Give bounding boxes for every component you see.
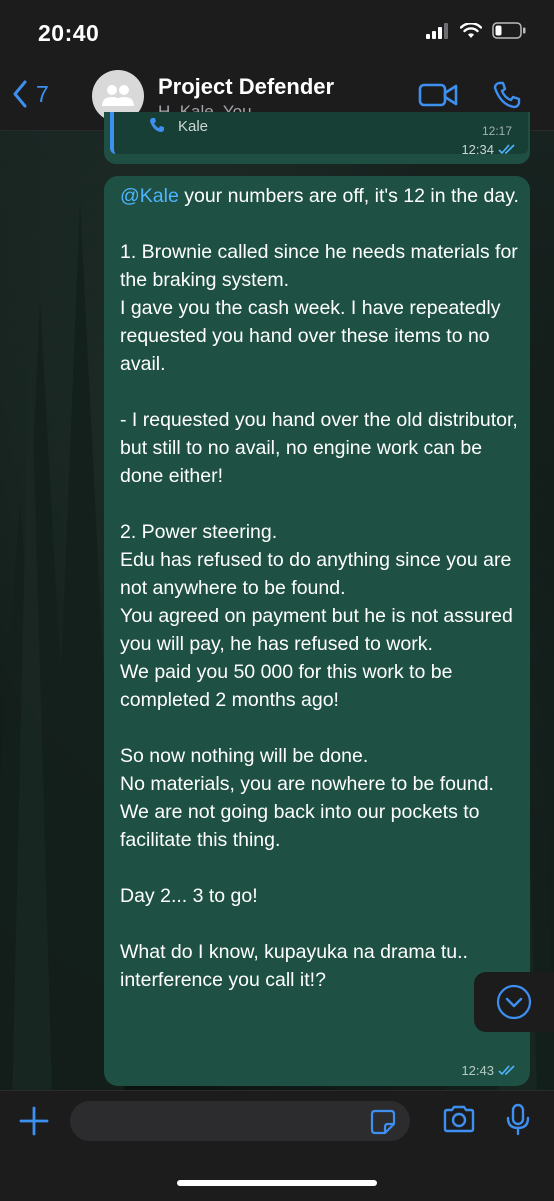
voice-call-button[interactable] [492,80,522,115]
chevron-left-icon [13,80,27,108]
scroll-to-bottom-button[interactable] [474,972,554,1032]
sticker-button[interactable] [370,1109,396,1140]
video-camera-icon [418,83,458,107]
message-meta: 12:34 [461,142,516,157]
sticker-icon [370,1109,396,1135]
message-time: 12:43 [461,1063,494,1078]
phone-icon [493,81,521,109]
chat-title[interactable]: Project Defender [158,74,334,100]
message-input[interactable] [70,1101,410,1141]
plus-icon [19,1106,49,1136]
wifi-icon [460,22,482,38]
double-check-icon [498,144,515,155]
unread-count: 7 [36,80,49,107]
signal-icon [426,22,448,39]
message-bubble[interactable]: @Kale your numbers are off, it's 12 in t… [104,176,530,1086]
voice-message-button[interactable] [506,1103,530,1142]
message-meta: 12:43 [461,1063,516,1078]
attach-button[interactable] [18,1105,50,1142]
microphone-icon [506,1103,530,1136]
status-bar: 20:40 [0,0,554,62]
video-call-button[interactable] [418,82,458,113]
quoted-sender: Kale [178,118,209,135]
mention-link[interactable]: @Kale [120,185,179,207]
double-check-icon [498,1065,515,1076]
camera-button[interactable] [442,1105,476,1138]
camera-icon [443,1105,475,1133]
quoted-time: 12:17 [481,124,512,138]
status-time: 20:40 [38,20,100,46]
home-indicator [177,1180,377,1186]
back-button[interactable]: 7 [12,80,49,108]
message-time: 12:34 [461,142,494,157]
group-icon [102,85,134,106]
previous-message-bubble[interactable]: Kale 12:17 12:34 [104,112,530,164]
battery-icon [492,22,526,39]
phone-icon [150,118,164,132]
chevron-down-circle-icon [496,984,532,1020]
message-body: your numbers are off, it's 12 in the day… [120,185,519,991]
message-text: @Kale your numbers are off, it's 12 in t… [120,182,520,994]
